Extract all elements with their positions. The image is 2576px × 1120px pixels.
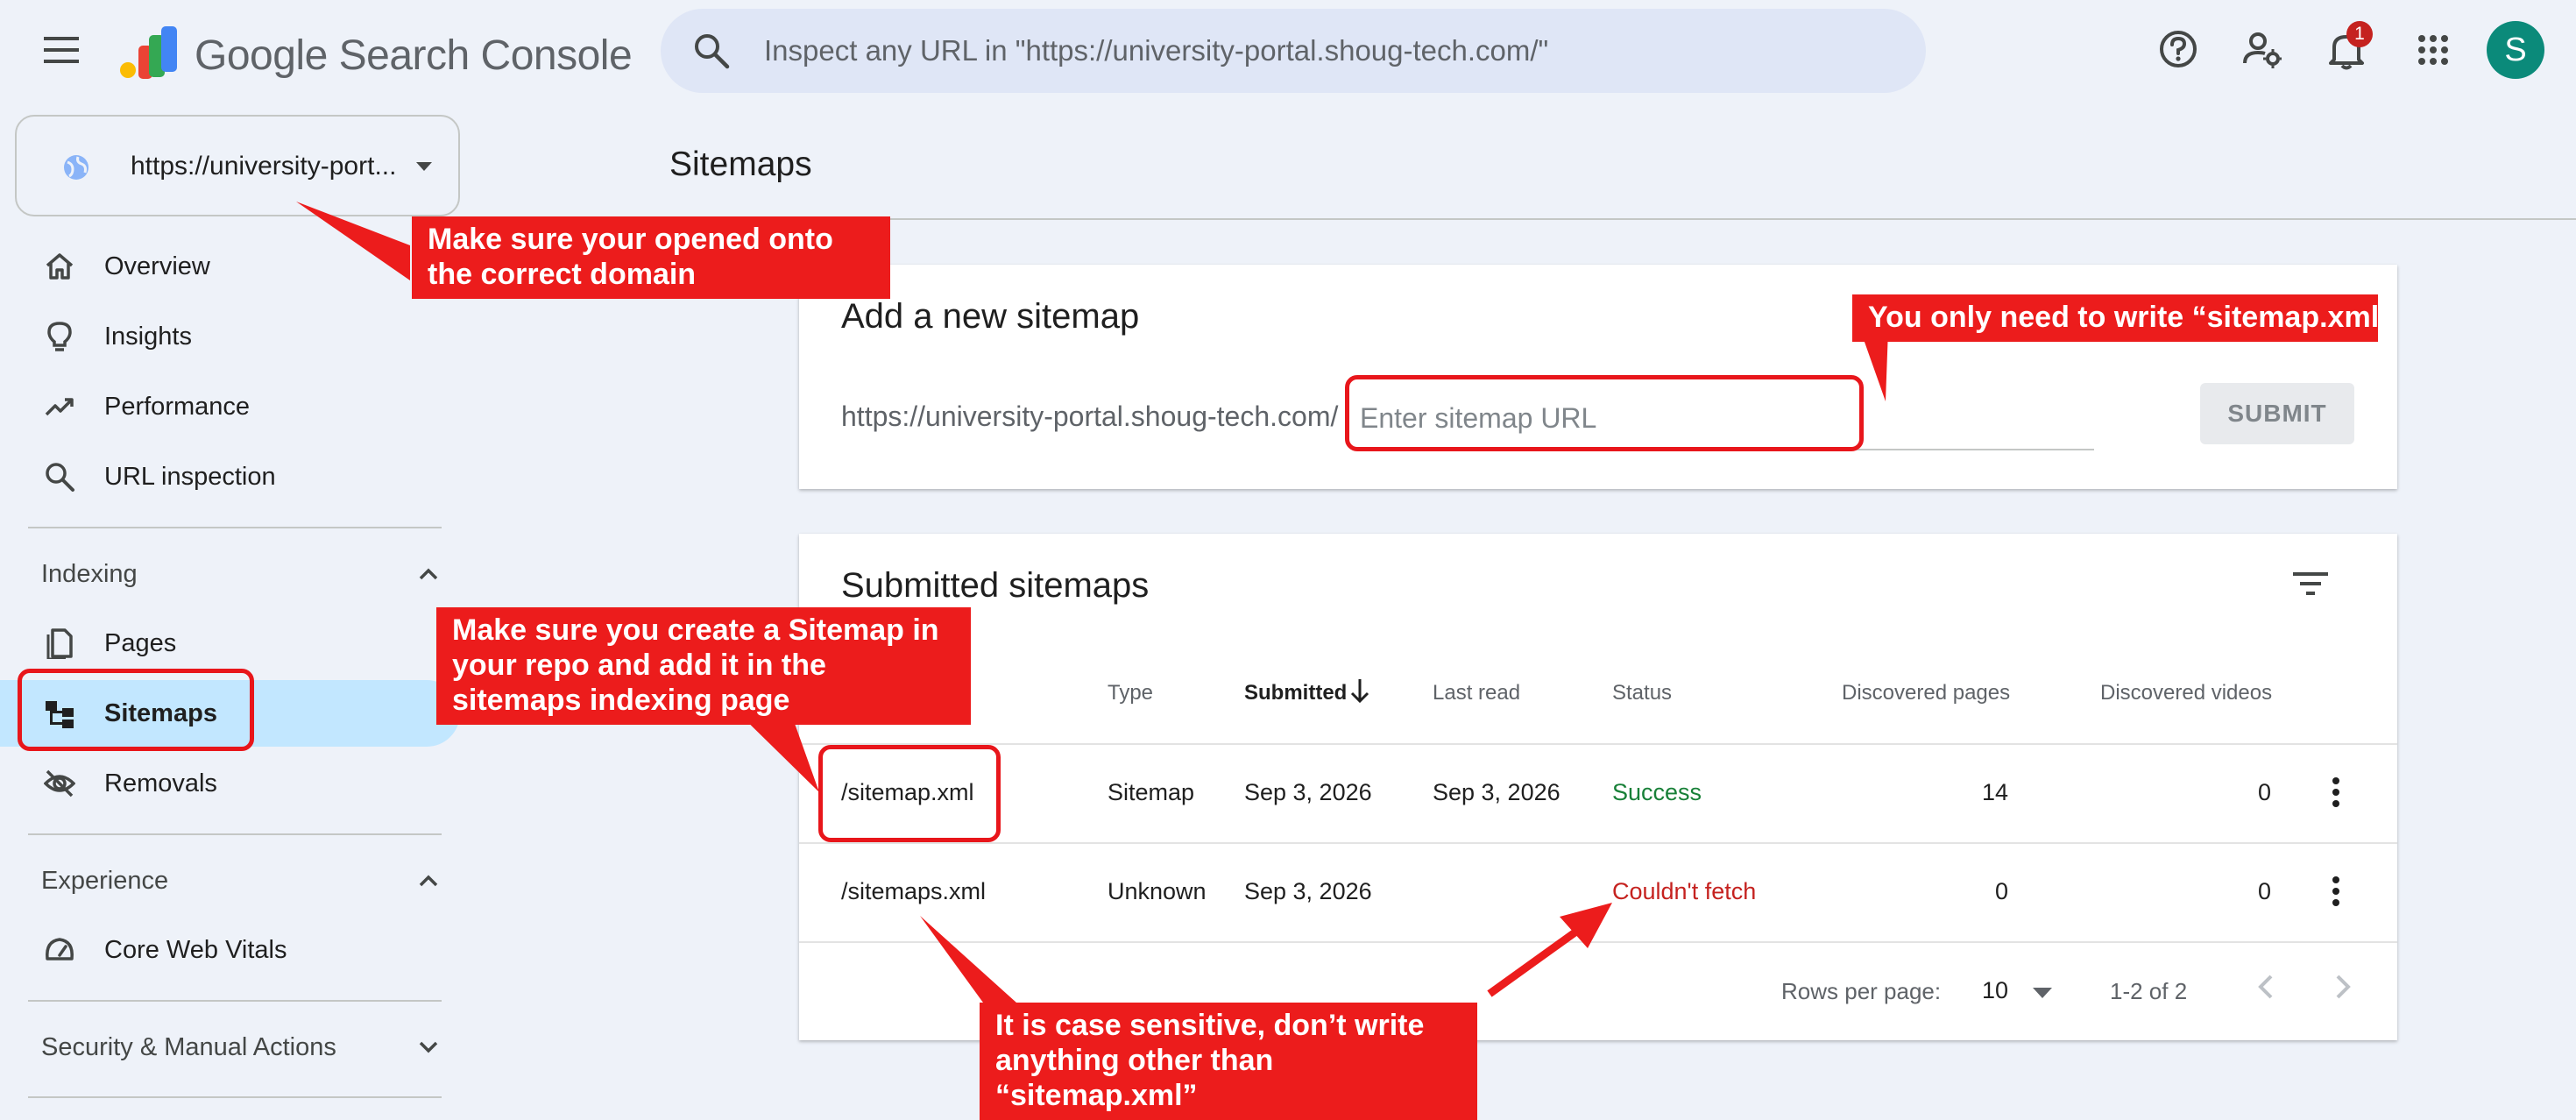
discovered-videos: 0 bbox=[2257, 779, 2271, 805]
submitted-date: Sep 3, 2026 bbox=[1244, 779, 1372, 805]
search-console-logo-icon bbox=[117, 26, 179, 81]
submitted-date: Sep 3, 2026 bbox=[1244, 878, 1372, 904]
status-badge: Couldn't fetch bbox=[1612, 878, 1757, 904]
more-vert-icon[interactable] bbox=[2331, 875, 2341, 907]
submitted-sitemaps-title: Submitted sitemaps bbox=[841, 566, 1150, 605]
sidebar-item-label: Performance bbox=[104, 393, 251, 421]
sidebar-item-label: Pages bbox=[104, 629, 177, 657]
column-header-label: Submitted bbox=[1244, 681, 1348, 705]
main-menu-icon[interactable] bbox=[44, 35, 79, 65]
next-page-icon[interactable] bbox=[2334, 974, 2352, 1000]
table-row[interactable]: /sitemaps.xml Unknown Sep 3, 2026 Couldn… bbox=[799, 844, 2397, 942]
chevron-down-icon bbox=[416, 162, 432, 171]
sidebar-item-removals[interactable]: Removals bbox=[0, 750, 460, 817]
lightbulb-icon bbox=[44, 321, 75, 352]
create-sitemap-note: Make sure you create a Sitemap in your r… bbox=[436, 607, 971, 725]
sitemap-path-highlight bbox=[818, 745, 1001, 842]
search-icon[interactable] bbox=[692, 32, 731, 70]
sidebar-section-experience[interactable]: Experience bbox=[41, 867, 168, 896]
column-header-discovered-videos[interactable]: Discovered videos bbox=[2100, 681, 2272, 705]
sitemap-input-highlight bbox=[1345, 375, 1864, 451]
sidebar-divider bbox=[28, 1096, 442, 1098]
url-inspect-input[interactable] bbox=[762, 28, 1905, 74]
table-divider bbox=[799, 941, 2397, 943]
rows-per-page-label: Rows per page: bbox=[1781, 978, 1942, 1004]
sidebar-section-security[interactable]: Security & Manual Actions bbox=[41, 1033, 336, 1062]
avatar[interactable]: S bbox=[2487, 21, 2544, 79]
sidebar-item-label: URL inspection bbox=[104, 463, 276, 491]
app-title-product: Search Console bbox=[338, 32, 633, 79]
status-badge: Success bbox=[1612, 779, 1702, 805]
prev-page-icon[interactable] bbox=[2257, 974, 2275, 1000]
chevron-up-icon[interactable] bbox=[419, 875, 438, 887]
rows-per-page-select[interactable]: 10 bbox=[1970, 970, 2066, 1010]
sidebar-item-pages[interactable]: Pages bbox=[0, 610, 460, 677]
chevron-down-icon[interactable] bbox=[419, 1041, 438, 1053]
domain-note: Make sure your opened onto the correct d… bbox=[412, 216, 890, 299]
discovered-pages: 14 bbox=[1981, 779, 2008, 805]
property-url: https://university-port... bbox=[131, 152, 397, 181]
app-title-google: Google bbox=[195, 32, 328, 79]
sidebar-item-overview[interactable]: Overview bbox=[0, 233, 460, 300]
pages-icon bbox=[44, 627, 75, 659]
column-header-discovered-pages[interactable]: Discovered pages bbox=[1842, 681, 2010, 705]
sitemap-url-prefix: https://university-portal.shoug-tech.com… bbox=[841, 401, 1339, 432]
app-title[interactable]: Google Search Console bbox=[195, 32, 633, 80]
table-row[interactable]: /sitemap.xml Sitemap Sep 3, 2026 Sep 3, … bbox=[799, 745, 2397, 843]
last-read-date: Sep 3, 2026 bbox=[1433, 779, 1560, 805]
sidebar-section-indexing[interactable]: Indexing bbox=[41, 560, 138, 589]
globe-icon bbox=[62, 153, 90, 181]
column-header-type[interactable]: Type bbox=[1108, 681, 1153, 705]
home-icon bbox=[44, 251, 75, 282]
trending-up-icon bbox=[44, 391, 75, 422]
more-vert-icon[interactable] bbox=[2331, 776, 2341, 808]
submitted-sitemaps-card: Submitted sitemaps Type Submitted Last r… bbox=[799, 534, 2397, 1040]
sidebar-item-core-web-vitals[interactable]: Core Web Vitals bbox=[0, 917, 460, 983]
submit-button[interactable]: SUBMIT bbox=[2200, 383, 2354, 444]
sitemap-type: Unknown bbox=[1108, 878, 1207, 904]
filter-icon[interactable] bbox=[2293, 571, 2328, 597]
sitemap-path[interactable]: /sitemaps.xml bbox=[841, 878, 986, 905]
manage-users-icon[interactable] bbox=[2243, 30, 2282, 68]
sort-descending-icon[interactable] bbox=[1349, 677, 1370, 704]
pagination-range: 1-2 of 2 bbox=[2110, 978, 2188, 1004]
sitemaps-nav-highlight bbox=[18, 669, 254, 751]
sidebar-item-url-inspection[interactable]: URL inspection bbox=[0, 443, 460, 510]
column-header-submitted[interactable]: Submitted bbox=[1244, 681, 1347, 705]
sidebar-divider bbox=[28, 833, 442, 835]
chevron-up-icon[interactable] bbox=[419, 568, 438, 580]
sidebar-divider bbox=[28, 1000, 442, 1002]
speedometer-icon bbox=[44, 934, 75, 966]
sitemap-xml-note: You only need to write “sitemap.xml” bbox=[1852, 294, 2394, 342]
sidebar-item-label: Core Web Vitals bbox=[104, 936, 287, 964]
sidebar-item-label: Overview bbox=[104, 252, 210, 280]
discovered-videos: 0 bbox=[2257, 878, 2271, 904]
sidebar-item-label: Insights bbox=[104, 323, 192, 351]
sidebar-divider bbox=[28, 527, 442, 528]
page-title: Sitemaps bbox=[669, 145, 812, 183]
column-header-status[interactable]: Status bbox=[1612, 681, 1672, 705]
dropdown-arrow-icon bbox=[2033, 988, 2052, 998]
rows-per-page-value: 10 bbox=[1982, 977, 2009, 1003]
help-icon[interactable] bbox=[2159, 30, 2197, 68]
search-icon bbox=[44, 461, 75, 493]
eye-off-icon bbox=[44, 768, 75, 799]
sitemap-type: Sitemap bbox=[1108, 779, 1195, 805]
notification-count-badge: 1 bbox=[2346, 21, 2373, 47]
discovered-pages: 0 bbox=[1994, 878, 2008, 904]
sidebar-item-insights[interactable]: Insights bbox=[0, 303, 460, 370]
add-sitemap-title: Add a new sitemap bbox=[841, 297, 1140, 336]
sidebar-item-label: Removals bbox=[104, 769, 217, 797]
apps-grid-icon[interactable] bbox=[2418, 35, 2448, 65]
property-selector[interactable]: https://university-port... bbox=[15, 115, 460, 216]
column-header-last-read[interactable]: Last read bbox=[1433, 681, 1520, 705]
sidebar-item-performance[interactable]: Performance bbox=[0, 373, 460, 440]
url-inspect-bar[interactable] bbox=[661, 9, 1926, 93]
